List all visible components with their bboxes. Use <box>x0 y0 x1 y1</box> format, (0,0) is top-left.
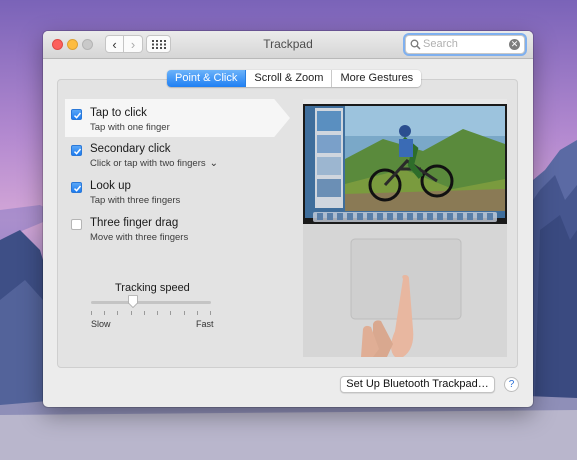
back-forward-control: ‹ › <box>105 35 143 53</box>
chevron-down-icon[interactable]: ⌄ <box>210 158 218 169</box>
option-subtitle: Tap with one finger <box>90 122 170 133</box>
option-subtitle: Move with three fingers <box>90 232 189 243</box>
checkmark-icon <box>73 112 82 119</box>
search-icon <box>410 39 421 50</box>
slider-tick <box>183 311 185 315</box>
chevron-right-icon: › <box>130 36 136 52</box>
trackpad-preferences-window: ‹ › Trackpad Search ✕ Point & Click Scro… <box>43 31 533 407</box>
chevron-left-icon: ‹ <box>112 36 117 52</box>
grid-icon <box>151 39 166 49</box>
option-subtitle: Click or tap with two fingers <box>90 158 206 169</box>
secondary-click-checkbox[interactable] <box>71 145 82 156</box>
search-field[interactable]: Search ✕ <box>405 35 525 54</box>
slider-ticks <box>91 311 211 315</box>
three-finger-drag-checkbox[interactable] <box>71 219 82 230</box>
tab-bar: Point & Click Scroll & Zoom More Gesture… <box>167 70 422 87</box>
minimize-window-button[interactable] <box>67 39 78 50</box>
secondary-click-popup[interactable]: Click or tap with two fingers ⌄ <box>90 158 218 169</box>
slider-tick <box>117 311 119 315</box>
slider-thumb[interactable] <box>128 295 138 308</box>
set-up-bluetooth-trackpad-button[interactable]: Set Up Bluetooth Trackpad… <box>340 376 495 393</box>
option-subtitle: Tap with three fingers <box>90 195 181 206</box>
show-all-button[interactable] <box>146 35 171 53</box>
slider-max-label: Fast <box>196 319 214 329</box>
search-placeholder: Search <box>423 38 458 50</box>
slider-tick <box>143 311 145 315</box>
close-window-button[interactable] <box>52 39 63 50</box>
tracking-speed-slider[interactable] <box>91 301 211 304</box>
slider-tick <box>104 311 106 315</box>
tap-to-click-checkbox[interactable] <box>71 109 82 120</box>
forward-button[interactable]: › <box>124 35 143 53</box>
checkmark-icon <box>73 185 82 192</box>
option-title: Three finger drag <box>90 217 179 229</box>
slider-tick <box>210 311 211 315</box>
help-icon[interactable]: ? <box>504 377 519 392</box>
tracking-speed-label: Tracking speed <box>115 282 190 294</box>
zoom-window-button[interactable] <box>82 39 93 50</box>
checkmark-icon <box>73 148 82 155</box>
back-button[interactable]: ‹ <box>105 35 124 53</box>
look-up-checkbox[interactable] <box>71 182 82 193</box>
window-title: Trackpad <box>263 37 313 51</box>
slider-tick <box>196 311 198 315</box>
slider-tick <box>170 311 172 315</box>
option-title: Tap to click <box>90 107 147 119</box>
slider-tick <box>91 311 92 315</box>
tab-more-gestures[interactable]: More Gestures <box>332 70 422 87</box>
title-bar: ‹ › Trackpad Search ✕ <box>43 31 533 59</box>
clear-search-icon[interactable]: ✕ <box>509 39 520 50</box>
slider-min-label: Slow <box>91 319 111 329</box>
tab-scroll-and-zoom[interactable]: Scroll & Zoom <box>246 70 333 87</box>
slider-tick <box>157 311 159 315</box>
option-title: Secondary click <box>90 143 171 155</box>
gesture-preview-video <box>303 99 507 357</box>
option-title: Look up <box>90 180 131 192</box>
slider-tick <box>130 311 132 315</box>
tab-point-and-click[interactable]: Point & Click <box>167 70 247 87</box>
